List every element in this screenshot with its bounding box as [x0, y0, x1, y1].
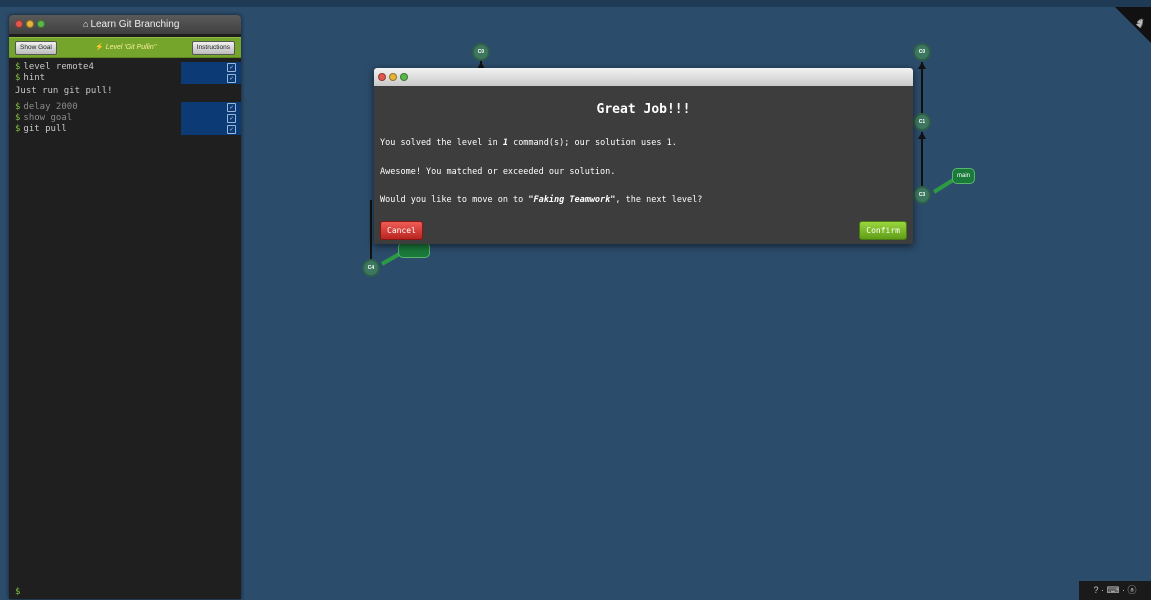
- level-name: ⚡ Level 'Git Pullin'': [95, 44, 157, 51]
- maximize-dot-icon[interactable]: [37, 20, 45, 28]
- next-level-line: Would you like to move on to "Faking Tea…: [380, 195, 703, 205]
- checkbox-icon: ✓: [227, 63, 236, 72]
- window-controls: [378, 73, 408, 81]
- hint-message: Just run git pull!: [15, 86, 113, 96]
- terminal-titlebar[interactable]: ⌂ Learn Git Branching: [9, 15, 241, 34]
- command-line: $ git pull ✓: [9, 124, 241, 135]
- level-complete-dialog: Great Job!!! You solved the level in 1 c…: [374, 68, 913, 244]
- checkbox-icon: ✓: [227, 74, 236, 83]
- window-controls: [15, 20, 45, 28]
- cancel-button[interactable]: Cancel: [380, 221, 423, 240]
- checkbox-icon: ✓: [227, 103, 236, 112]
- instructions-button[interactable]: Instructions: [191, 41, 235, 55]
- branch-label-partial[interactable]: [398, 242, 430, 258]
- commit-node[interactable]: C1: [913, 113, 931, 131]
- command-line: $ delay 2000 ✓: [9, 102, 241, 113]
- commit-edge: [921, 62, 923, 114]
- command-history: $ level remote4 ✓ $ hint ✓ Just run git pu…: [9, 62, 241, 135]
- checkbox-icon: ✓: [227, 125, 236, 134]
- comparison-line: Awesome! You matched or exceeded our sol…: [380, 167, 616, 177]
- top-border: [0, 0, 1151, 7]
- edge-arrowhead: [918, 132, 926, 139]
- command-prompt[interactable]: $: [15, 587, 20, 597]
- minimize-dot-icon[interactable]: [26, 20, 34, 28]
- edge-arrowhead: [918, 62, 926, 69]
- command-line: $ hint ✓: [9, 73, 241, 84]
- confirm-button[interactable]: Confirm: [859, 221, 907, 240]
- minimize-dot-icon[interactable]: [389, 73, 397, 81]
- command-line: $ show goal ✓: [9, 113, 241, 124]
- maximize-dot-icon[interactable]: [400, 73, 408, 81]
- commit-node[interactable]: C4: [362, 259, 380, 277]
- home-icon: ⌂: [83, 19, 89, 29]
- commit-node[interactable]: C0: [913, 43, 931, 61]
- terminal-title: ⌂ Learn Git Branching: [83, 19, 180, 30]
- checkbox-icon: ✓: [227, 114, 236, 123]
- close-dot-icon[interactable]: [378, 73, 386, 81]
- terminal-window: ⌂ Learn Git Branching Show Goal ⚡ Level 'G…: [9, 15, 241, 599]
- show-goal-button[interactable]: Show Goal: [15, 41, 57, 55]
- commit-node[interactable]: C0: [472, 43, 490, 61]
- lightning-icon: ⚡: [95, 44, 104, 51]
- close-dot-icon[interactable]: [15, 20, 23, 28]
- level-toolbar: Show Goal ⚡ Level 'Git Pullin'' Instructi…: [9, 37, 241, 58]
- commit-edge: [370, 200, 372, 260]
- dialog-titlebar[interactable]: [374, 68, 913, 86]
- help-bar[interactable]: ? · ⌨ · ⓐ: [1079, 581, 1151, 600]
- branch-label-main[interactable]: main: [952, 168, 976, 184]
- command-line: $ level remote4 ✓: [9, 62, 241, 73]
- commit-edge: [921, 132, 923, 186]
- commit-node[interactable]: C3: [913, 186, 931, 204]
- result-line: You solved the level in 1 command(s); ou…: [380, 138, 677, 148]
- dialog-heading: Great Job!!!: [596, 102, 691, 117]
